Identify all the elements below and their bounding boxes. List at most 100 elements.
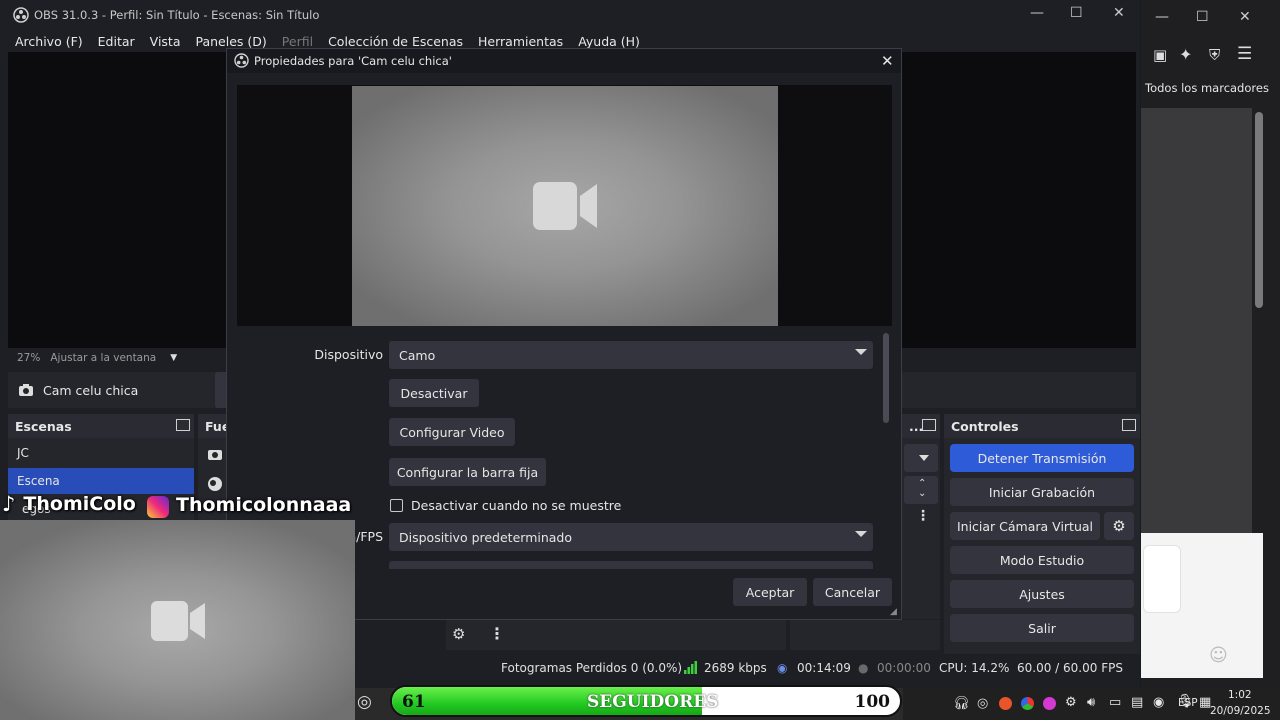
taskbar-time[interactable]: 1:02: [1228, 689, 1252, 701]
scene-item-jc[interactable]: JC: [8, 440, 194, 466]
settings-button[interactable]: Ajustes: [950, 580, 1134, 608]
obs-logo-icon: [234, 53, 249, 68]
close-icon[interactable]: ✕: [881, 52, 894, 70]
checkbox-label: Desactivar cuando no se muestre: [411, 498, 622, 513]
close-icon[interactable]: ✕: [1113, 5, 1125, 21]
app-tray-icon[interactable]: [1043, 697, 1056, 710]
headset-icon[interactable]: 🎧︎: [953, 696, 970, 711]
resize-grip-icon[interactable]: ◢: [890, 607, 897, 617]
float-dock-icon[interactable]: [1122, 419, 1136, 431]
streaming-icon: ◉: [777, 661, 788, 675]
next-property-field[interactable]: [389, 561, 873, 569]
start-virtual-camera-button[interactable]: Iniciar Cámara Virtual: [950, 512, 1100, 540]
stop-streaming-button[interactable]: Detener Transmisión: [950, 444, 1134, 472]
browser-scrollbar[interactable]: [1255, 112, 1263, 308]
close-icon[interactable]: ✕: [1239, 9, 1251, 25]
browser-tray-icon[interactable]: [999, 697, 1012, 710]
color-app-icon[interactable]: [1021, 697, 1034, 710]
volume-icon[interactable]: 🔊︎: [1087, 695, 1095, 710]
dialog-title: Propiedades para 'Cam celu chica': [254, 54, 452, 68]
cancel-button[interactable]: Cancelar: [813, 578, 892, 606]
resolution-fps-select[interactable]: Dispositivo predeterminado: [389, 523, 873, 551]
followers-goal-bar: 61 SEGUIDORES 100: [390, 685, 902, 717]
device-label: Dispositivo: [314, 347, 383, 362]
chevron-down-icon[interactable]: ▼: [170, 353, 177, 363]
scene-item-escena[interactable]: Escena: [8, 468, 194, 494]
display-icon[interactable]: ▭: [1109, 695, 1121, 710]
globe-icon: [208, 477, 222, 491]
extensions-icon[interactable]: ✦: [1179, 45, 1192, 64]
sources-header: Fue: [198, 414, 230, 438]
wallet-icon[interactable]: ▣: [1153, 46, 1167, 64]
browser-content: [1141, 108, 1252, 533]
minimize-icon[interactable]: —: [1030, 5, 1044, 21]
menu-coleccion-escenas[interactable]: Colección de Escenas: [328, 34, 463, 49]
resolution-fps-value: Dispositivo predeterminado: [399, 529, 573, 545]
properties-scrollbar[interactable]: [883, 333, 889, 423]
virtual-camera-settings-button[interactable]: ⚙: [1104, 512, 1134, 540]
chevron-down-icon: [855, 531, 867, 537]
menu-vista[interactable]: Vista: [150, 34, 181, 49]
browser-window: — ☐ ✕ ▣ ✦ ⛨ ☰ Todos los marcadores ☺: [1141, 0, 1280, 688]
fps-readout: 60.00 / 60.00 FPS: [1017, 661, 1123, 675]
controls-header: Controles: [944, 414, 1140, 438]
deactivate-when-hidden-checkbox[interactable]: [390, 499, 403, 512]
dropped-frames: Fotogramas Perdidos 0 (0.0%): [501, 661, 683, 675]
configure-crossbar-button[interactable]: Configurar la barra fija: [389, 458, 546, 486]
webcam-overlay: [0, 520, 355, 720]
tiktok-username: ThomiColo: [23, 493, 136, 515]
mixer-spinbox[interactable]: ⌃ ⌄: [904, 476, 938, 504]
mixer-dropdown[interactable]: [904, 444, 938, 472]
menu-archivo[interactable]: Archivo (F): [15, 34, 83, 49]
followers-label: SEGUIDORES: [587, 692, 719, 712]
mixer-toolbar: ⚙ ⋮: [446, 620, 786, 650]
menu-herramientas[interactable]: Herramientas: [478, 34, 563, 49]
ok-button[interactable]: Aceptar: [733, 578, 807, 606]
start-recording-button[interactable]: Iniciar Grabación: [950, 478, 1134, 506]
discord-icon[interactable]: ◉: [1153, 695, 1164, 710]
chat-message: [1143, 545, 1181, 613]
device-select-value: Camo: [399, 347, 436, 363]
tiktok-handle: ♪ ThomiColo: [2, 492, 136, 516]
taskbar-date[interactable]: 20/09/2025: [1210, 705, 1271, 717]
configure-video-button[interactable]: Configurar Video: [389, 418, 515, 446]
studio-mode-button[interactable]: Modo Estudio: [950, 546, 1134, 574]
obs-tray-icon[interactable]: ◎: [977, 696, 988, 711]
float-dock-icon[interactable]: [922, 419, 936, 431]
device-select[interactable]: Camo: [389, 341, 873, 369]
instagram-icon: [147, 496, 169, 518]
followers-goal: 100: [854, 692, 891, 712]
menu-paneles[interactable]: Paneles (D): [196, 34, 267, 49]
obs-logo-icon: [13, 7, 29, 23]
more-options-icon[interactable]: ⋮: [916, 508, 930, 524]
chat-tray-icon[interactable]: ▤: [1131, 695, 1143, 710]
chevron-down-icon[interactable]: ⌄: [918, 488, 926, 499]
deactivate-when-hidden-option[interactable]: Desactivar cuando no se muestre: [390, 498, 621, 513]
zoom-mode[interactable]: Ajustar a la ventana: [50, 352, 156, 364]
menu-ayuda[interactable]: Ayuda (H): [578, 34, 640, 49]
exit-button[interactable]: Salir: [950, 614, 1134, 642]
float-dock-icon[interactable]: [176, 419, 190, 431]
signal-bars-icon: [684, 661, 697, 674]
bookmarks-label[interactable]: Todos los marcadores: [1145, 81, 1269, 95]
gear-icon: ⚙: [1112, 517, 1126, 535]
maximize-icon[interactable]: ☐: [1070, 5, 1083, 21]
input-language[interactable]: ESP: [1178, 697, 1198, 709]
menu-perfil[interactable]: Perfil: [282, 34, 313, 49]
zoom-level: 27%: [17, 352, 41, 364]
obs-tray-icon[interactable]: ◎: [357, 692, 372, 712]
gear-icon[interactable]: ⚙: [452, 625, 465, 643]
menu-icon[interactable]: ☰: [1237, 44, 1252, 64]
minimize-icon[interactable]: —: [1155, 9, 1169, 25]
shield-icon[interactable]: ⛨: [1209, 46, 1220, 64]
settings-tray-icon[interactable]: ⚙: [1065, 695, 1077, 710]
deactivate-button[interactable]: Desactivar: [389, 379, 479, 407]
chevron-down-icon: [855, 349, 867, 355]
instagram-handle: Thomicolonnaaa: [146, 494, 351, 518]
emoji-icon[interactable]: ☺: [1209, 645, 1228, 666]
more-options-icon[interactable]: ⋮: [489, 624, 505, 643]
bitrate: 2689 kbps: [704, 661, 767, 675]
menu-editar[interactable]: Editar: [98, 34, 135, 49]
camera-icon: [208, 450, 222, 460]
maximize-icon[interactable]: ☐: [1196, 9, 1209, 25]
